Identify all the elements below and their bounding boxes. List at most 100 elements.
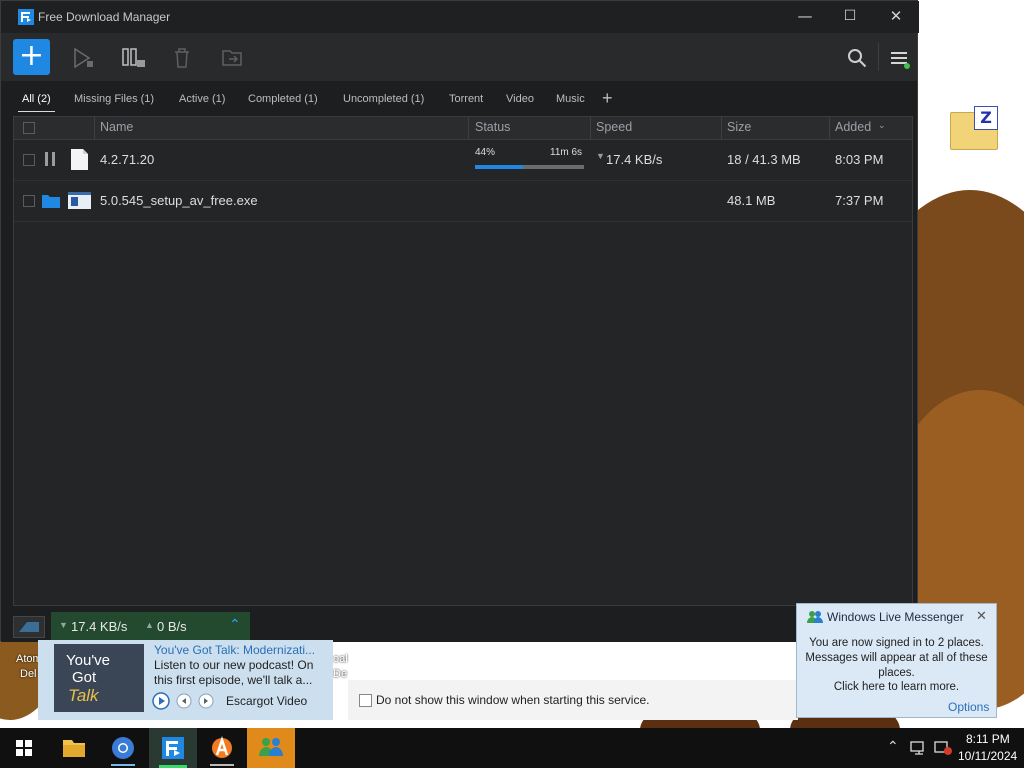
- title-bar[interactable]: Free Download Manager — ☐ ✕: [1, 1, 919, 33]
- row-checkbox[interactable]: [23, 154, 35, 166]
- video-source[interactable]: Escargot Video: [226, 694, 307, 708]
- fdm-taskbar-button[interactable]: [149, 728, 197, 768]
- messenger-icon: [259, 738, 283, 756]
- tab-uncompleted[interactable]: Uncompleted (1): [343, 93, 424, 105]
- download-added: 8:03 PM: [835, 152, 884, 167]
- download-name: 5.0.545_setup_av_free.exe: [100, 193, 258, 208]
- menu-icon[interactable]: [881, 41, 917, 75]
- upload-speed-total: 0 B/s: [157, 619, 187, 634]
- thumbnail-text: Got: [72, 669, 97, 686]
- messenger-buddy-icon: [807, 611, 823, 623]
- tab-missing-files[interactable]: Missing Files (1): [74, 93, 154, 105]
- progress-percent: 44%: [475, 147, 496, 158]
- network-icon[interactable]: [909, 740, 929, 756]
- clock-date[interactable]: 10/11/2024: [958, 749, 1017, 763]
- pause-icon[interactable]: [44, 152, 56, 166]
- options-link[interactable]: Options: [948, 700, 989, 714]
- desktop-icon-label[interactable]: De: [333, 668, 347, 680]
- tray-chevron-up-icon[interactable]: ⌃: [887, 738, 899, 755]
- file-icon: [71, 149, 88, 170]
- learn-more-link[interactable]: Click here to learn more.: [801, 681, 992, 693]
- video-headline[interactable]: You've Got Talk: Modernizati...: [154, 643, 315, 657]
- clock-time[interactable]: 8:11 PM: [966, 732, 1010, 746]
- sort-chevron-icon: ⌄: [878, 120, 886, 130]
- service-notice-bar: Do not show this window when starting th…: [348, 680, 798, 720]
- dont-show-checkbox[interactable]: [359, 694, 372, 707]
- column-added[interactable]: Added: [835, 120, 871, 134]
- search-icon[interactable]: [839, 41, 875, 75]
- eta-text: 11m 6s: [550, 147, 583, 158]
- column-status[interactable]: Status: [475, 120, 510, 134]
- tab-completed[interactable]: Completed (1): [248, 93, 318, 105]
- download-size: 18 / 41.3 MB: [727, 152, 801, 167]
- minimize-button[interactable]: —: [782, 1, 828, 33]
- close-button[interactable]: ✕: [873, 1, 919, 33]
- download-speed: 17.4 KB/s: [606, 152, 663, 167]
- taskbar: ⌃ 8:11 PM 10/11/2024: [0, 728, 1024, 768]
- download-name: 4.2.71.20: [100, 152, 155, 167]
- filter-tabs: All (2) Missing Files (1) Active (1) Com…: [1, 81, 917, 115]
- column-speed[interactable]: Speed: [596, 120, 632, 134]
- download-size: 48.1 MB: [727, 193, 776, 208]
- add-filter-button[interactable]: +: [602, 88, 613, 109]
- file-explorer-icon[interactable]: [50, 728, 98, 768]
- dont-show-label[interactable]: Do not show this window when starting th…: [376, 693, 649, 707]
- messenger-taskbar-button[interactable]: [247, 728, 295, 768]
- add-download-button[interactable]: +: [13, 39, 50, 75]
- tab-all[interactable]: All (2): [18, 93, 55, 112]
- download-arrow-icon: ▼: [596, 151, 605, 161]
- close-icon[interactable]: ✕: [976, 608, 987, 624]
- chrome-browser-icon[interactable]: [99, 728, 147, 768]
- delete-icon[interactable]: [164, 41, 200, 75]
- download-added: 7:37 PM: [835, 193, 884, 208]
- start-windows-icon[interactable]: [0, 728, 48, 768]
- resume-icon[interactable]: [65, 41, 101, 75]
- thumbnail-text: You've: [66, 652, 111, 669]
- toolbar: +: [1, 33, 917, 81]
- column-name[interactable]: Name: [100, 120, 133, 134]
- downloads-table: Name Status Speed Size Added ⌄ 4.2.71.20…: [13, 116, 913, 606]
- column-size[interactable]: Size: [727, 120, 751, 134]
- video-description: Listen to our new podcast! On this first…: [154, 658, 314, 687]
- folder-icon[interactable]: [42, 193, 60, 208]
- tab-torrent[interactable]: Torrent: [449, 93, 483, 105]
- tab-video[interactable]: Video: [506, 93, 534, 105]
- download-speed-total: 17.4 KB/s: [71, 619, 128, 634]
- desktop-icon-label[interactable]: oal: [333, 653, 348, 665]
- avast-popup: You've Got Talk You've Got Talk: Moderni…: [38, 640, 333, 720]
- progress-fill: [475, 165, 523, 169]
- fdm-taskbar-icon: [159, 737, 187, 768]
- tab-music[interactable]: Music: [556, 93, 585, 105]
- notification-body: You are now signed in to 2 places. Messa…: [805, 637, 988, 679]
- maximize-button[interactable]: ☐: [827, 1, 873, 33]
- speed-mode-icon: [19, 622, 39, 632]
- notification-title: Windows Live Messenger: [827, 610, 964, 624]
- toolbar-divider: [878, 43, 879, 71]
- open-folder-icon[interactable]: [214, 41, 250, 75]
- window-title: Free Download Manager: [38, 10, 171, 24]
- down-arrow-icon: ▼: [59, 620, 68, 630]
- thumbnail-text: Talk: [68, 686, 99, 705]
- chevron-up-icon[interactable]: ⌃: [229, 616, 241, 633]
- table-row[interactable]: 5.0.545_setup_av_free.exe 48.1 MB 7:37 P…: [14, 181, 912, 222]
- progress-bar: [475, 165, 584, 169]
- fdm-logo-icon: [18, 9, 34, 25]
- media-controls[interactable]: [152, 692, 216, 710]
- video-thumbnail[interactable]: You've Got Talk: [54, 644, 144, 712]
- zip-folder-icon[interactable]: Z: [950, 104, 998, 150]
- speed-panel[interactable]: ▼ 17.4 KB/s ▲ 0 B/s ⌃: [51, 612, 250, 642]
- up-arrow-icon: ▲: [145, 620, 154, 630]
- table-header: Name Status Speed Size Added ⌄: [14, 117, 912, 140]
- select-all-checkbox[interactable]: [23, 122, 35, 134]
- status-bar: ▼ 17.4 KB/s ▲ 0 B/s ⌃: [1, 612, 919, 642]
- table-row[interactable]: 4.2.71.20 44% 11m 6s ▼ 17.4 KB/s 18 / 41…: [14, 140, 912, 181]
- fdm-window: Free Download Manager — ☐ ✕ + All (2) Mi…: [0, 0, 919, 642]
- row-checkbox[interactable]: [23, 195, 35, 207]
- pause-all-icon[interactable]: [115, 41, 151, 75]
- security-alert-icon[interactable]: [933, 740, 953, 756]
- wlm-notification[interactable]: Windows Live Messenger ✕ You are now sig…: [796, 603, 997, 718]
- desktop-icon-label[interactable]: Del: [20, 668, 37, 680]
- avast-icon[interactable]: [198, 728, 246, 768]
- snail-mode-button[interactable]: [13, 616, 45, 638]
- tab-active[interactable]: Active (1): [179, 93, 225, 105]
